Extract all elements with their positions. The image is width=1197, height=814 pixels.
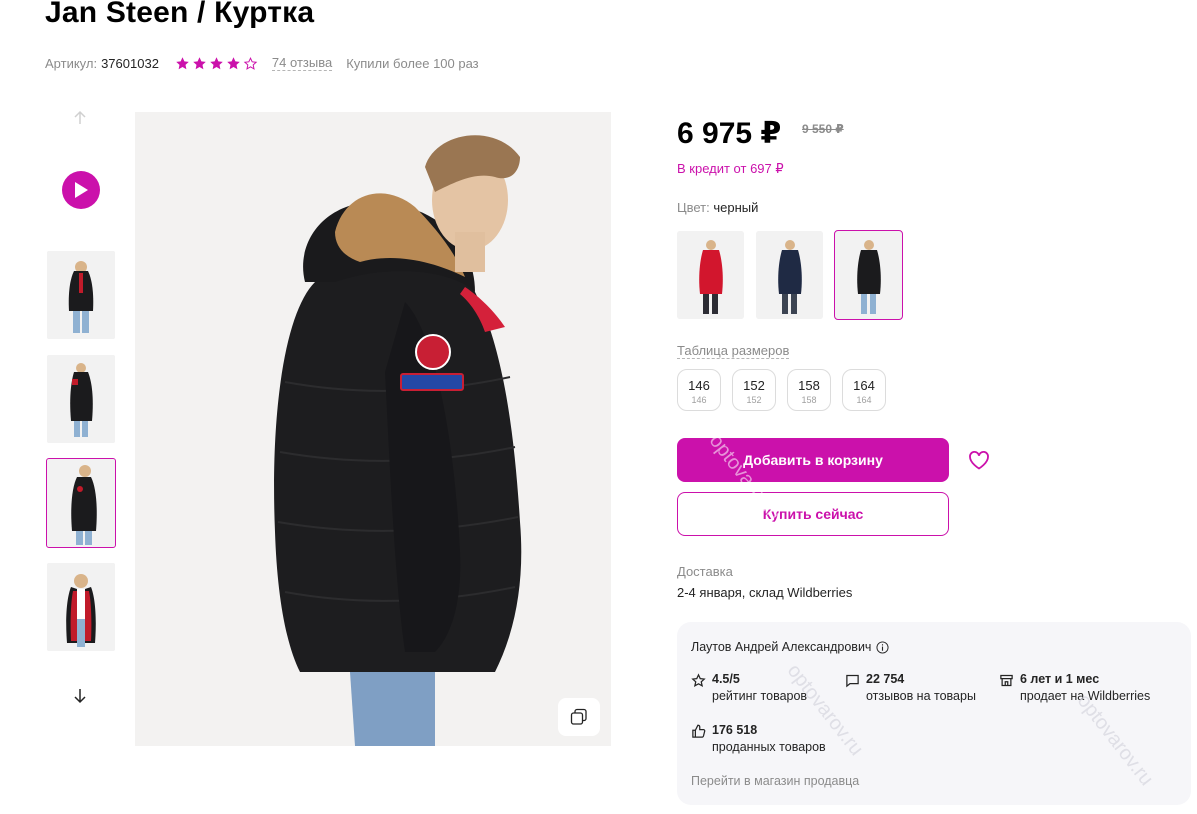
buy-now-button[interactable]: Купить сейчас — [677, 492, 949, 536]
color-label-text: Цвет: — [677, 200, 710, 215]
star-filled-icon — [176, 56, 189, 69]
chat-icon — [846, 674, 859, 688]
reviews-link[interactable]: 74 отзыва — [271, 55, 333, 71]
color-option-photo — [835, 231, 902, 319]
product-photo-illustration — [135, 112, 611, 746]
play-video-button[interactable] — [62, 171, 100, 209]
color-option-photo — [756, 231, 823, 319]
seller-name[interactable]: Лаутов Андрей Александрович — [691, 640, 889, 654]
credit-offer[interactable]: В кредит от 697 ₽ — [677, 161, 784, 177]
thumbnail-photo — [47, 251, 115, 339]
current-price: 6 975 ₽ — [677, 117, 782, 150]
seller-sold-label: проданных товаров — [712, 740, 826, 754]
heart-icon — [969, 450, 989, 470]
add-to-cart-button[interactable]: Добавить в корзину — [677, 438, 949, 482]
seller-tenure-value: 6 лет и 1 мес — [1020, 672, 1100, 686]
color-option-black-selected[interactable] — [834, 230, 903, 320]
color-value: черный — [713, 200, 759, 215]
seller-tenure-stat: 6 лет и 1 мес продает на Wildberries — [999, 672, 1150, 703]
star-empty-icon — [243, 56, 258, 70]
size-value: 146 — [688, 378, 710, 393]
star-outline-icon — [691, 673, 706, 688]
seller-sold-stat: 176 518 проданных товаров — [691, 723, 826, 754]
store-icon — [1000, 674, 1013, 687]
seller-rating-value: 4.5/5 — [712, 672, 740, 686]
play-icon — [75, 182, 88, 198]
rating-stars[interactable] — [175, 56, 258, 71]
old-price: 9 550 ₽ — [802, 122, 844, 136]
delivery-label: Доставка — [677, 564, 733, 579]
seller-reviews-label: отзывов на товары — [866, 689, 976, 703]
main-product-photo[interactable] — [135, 112, 611, 746]
seller-reviews-stat: 22 754 отзывов на товары — [845, 672, 976, 703]
color-option-photo — [677, 231, 744, 319]
thumbnail-photo — [47, 355, 115, 443]
size-option[interactable]: 146 146 — [677, 369, 721, 411]
size-ru-value: 152 — [746, 395, 762, 405]
seller-reviews-value: 22 754 — [866, 672, 905, 686]
seller-store-link[interactable]: Перейти в магазин продавца — [691, 774, 859, 788]
info-icon[interactable] — [876, 640, 889, 654]
arrow-down-icon[interactable] — [70, 686, 90, 706]
gallery-thumbnail[interactable] — [47, 355, 115, 443]
size-option[interactable]: 164 164 — [842, 369, 886, 411]
delivery-value: 2-4 января, склад Wildberries — [677, 585, 853, 600]
size-table-link[interactable]: Таблица размеров — [677, 343, 790, 359]
size-option[interactable]: 158 158 — [787, 369, 831, 411]
color-option-navy[interactable] — [756, 231, 823, 319]
seller-sold-value: 176 518 — [712, 723, 758, 737]
thumbs-up-icon — [692, 724, 706, 738]
seller-card: Лаутов Андрей Александрович 4.5/5 рейтин… — [677, 622, 1191, 805]
arrow-up-icon[interactable] — [70, 108, 90, 128]
sku-value: 37601032 — [101, 55, 159, 71]
favorite-button[interactable] — [966, 447, 992, 473]
size-value: 152 — [743, 378, 765, 393]
size-ru-value: 146 — [691, 395, 707, 405]
product-title: Jan Steen / Куртка — [45, 0, 315, 29]
color-option-red[interactable] — [677, 231, 744, 319]
gallery-thumbnail[interactable] — [47, 251, 115, 339]
seller-name-text: Лаутов Андрей Александрович — [691, 640, 872, 654]
copy-icon — [570, 708, 587, 725]
size-ru-value: 158 — [801, 395, 817, 405]
size-ru-value: 164 — [856, 395, 872, 405]
size-option[interactable]: 152 152 — [732, 369, 776, 411]
zoom-button[interactable] — [558, 698, 600, 736]
seller-rating-label: рейтинг товаров — [712, 689, 808, 703]
product-meta: Артикул: 37601032 74 отзыва Купили более… — [45, 54, 479, 72]
size-value: 158 — [798, 378, 820, 393]
star-filled-icon — [210, 56, 223, 69]
sku-label: Артикул: — [45, 55, 98, 71]
star-filled-icon — [193, 56, 206, 69]
thumbnail-photo — [47, 563, 115, 651]
gallery-thumbnail-active[interactable] — [46, 458, 116, 548]
bought-count: Купили более 100 раз — [346, 55, 479, 71]
size-value: 164 — [853, 378, 875, 393]
gallery-thumbnail[interactable] — [47, 563, 115, 651]
thumbnail-photo — [47, 459, 115, 547]
star-filled-icon — [227, 56, 240, 69]
color-label: Цвет: черный — [677, 200, 758, 215]
seller-tenure-label: продает на Wildberries — [1020, 689, 1151, 703]
seller-rating-stat: 4.5/5 рейтинг товаров — [691, 672, 807, 703]
